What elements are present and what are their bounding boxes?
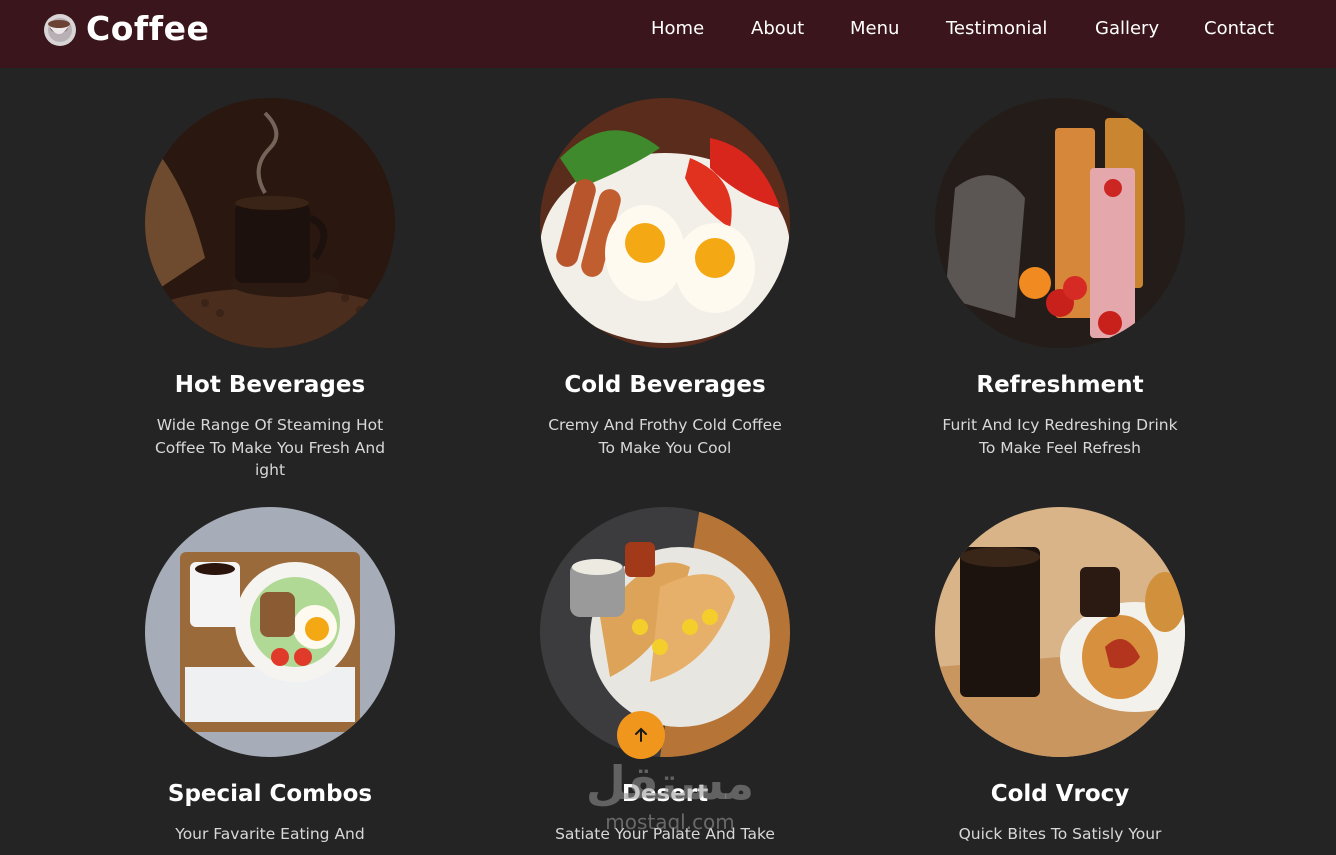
nav-gallery[interactable]: Gallery	[1095, 18, 1159, 39]
card-title: Desert	[621, 781, 709, 807]
card-image	[540, 507, 790, 757]
menu-card: Desert Satiate Your Palate And Take	[468, 507, 862, 846]
card-title: Cold Vrocy	[990, 781, 1130, 807]
logo-text: Coffee	[86, 9, 210, 48]
card-description: Satiate Your Palate And Take	[555, 825, 775, 843]
menu-card: Refreshment Furit And Icy Redreshing Dri…	[863, 98, 1257, 459]
card-title: Special Combos	[167, 781, 373, 807]
card-description: Furit And Icy Redreshing Drink To Make F…	[942, 416, 1178, 457]
nav-home[interactable]: Home	[651, 18, 704, 39]
card-description: Quick Bites To Satisly Your	[958, 825, 1162, 843]
coffee-cup-icon	[44, 13, 76, 46]
card-title: Hot Beverages	[174, 372, 366, 398]
nav-contact[interactable]: Contact	[1204, 18, 1274, 39]
menu-card: Cold Vrocy Quick Bites To Satisly Your	[863, 507, 1257, 846]
card-description: Cremy And Frothy Cold Coffee To Make You…	[548, 416, 782, 457]
navbar: Coffee Home About Menu Testimonial Galle…	[0, 0, 1336, 68]
card-image	[935, 98, 1185, 348]
card-image	[935, 507, 1185, 757]
card-title: Cold Beverages	[564, 372, 766, 398]
card-image	[145, 98, 395, 348]
menu-card: Hot Beverages Wide Range Of Steaming Hot…	[73, 98, 467, 482]
card-image	[145, 507, 395, 757]
card-title: Refreshment	[976, 372, 1144, 398]
menu-card: Cold Beverages Cremy And Frothy Cold Cof…	[468, 98, 862, 459]
menu-card: Special Combos Your Favarite Eating And	[73, 507, 467, 846]
arrow-up-icon	[635, 727, 647, 742]
nav-about[interactable]: About	[751, 18, 804, 39]
nav-testimonial[interactable]: Testimonial	[946, 18, 1047, 39]
card-description: Wide Range Of Steaming Hot Coffee To Mak…	[154, 416, 386, 479]
nav-menu[interactable]: Menu	[850, 18, 899, 39]
scroll-to-top-button[interactable]	[617, 711, 665, 759]
card-image	[540, 98, 790, 348]
logo[interactable]: Coffee	[42, 9, 209, 48]
card-description: Your Favarite Eating And	[175, 825, 365, 843]
